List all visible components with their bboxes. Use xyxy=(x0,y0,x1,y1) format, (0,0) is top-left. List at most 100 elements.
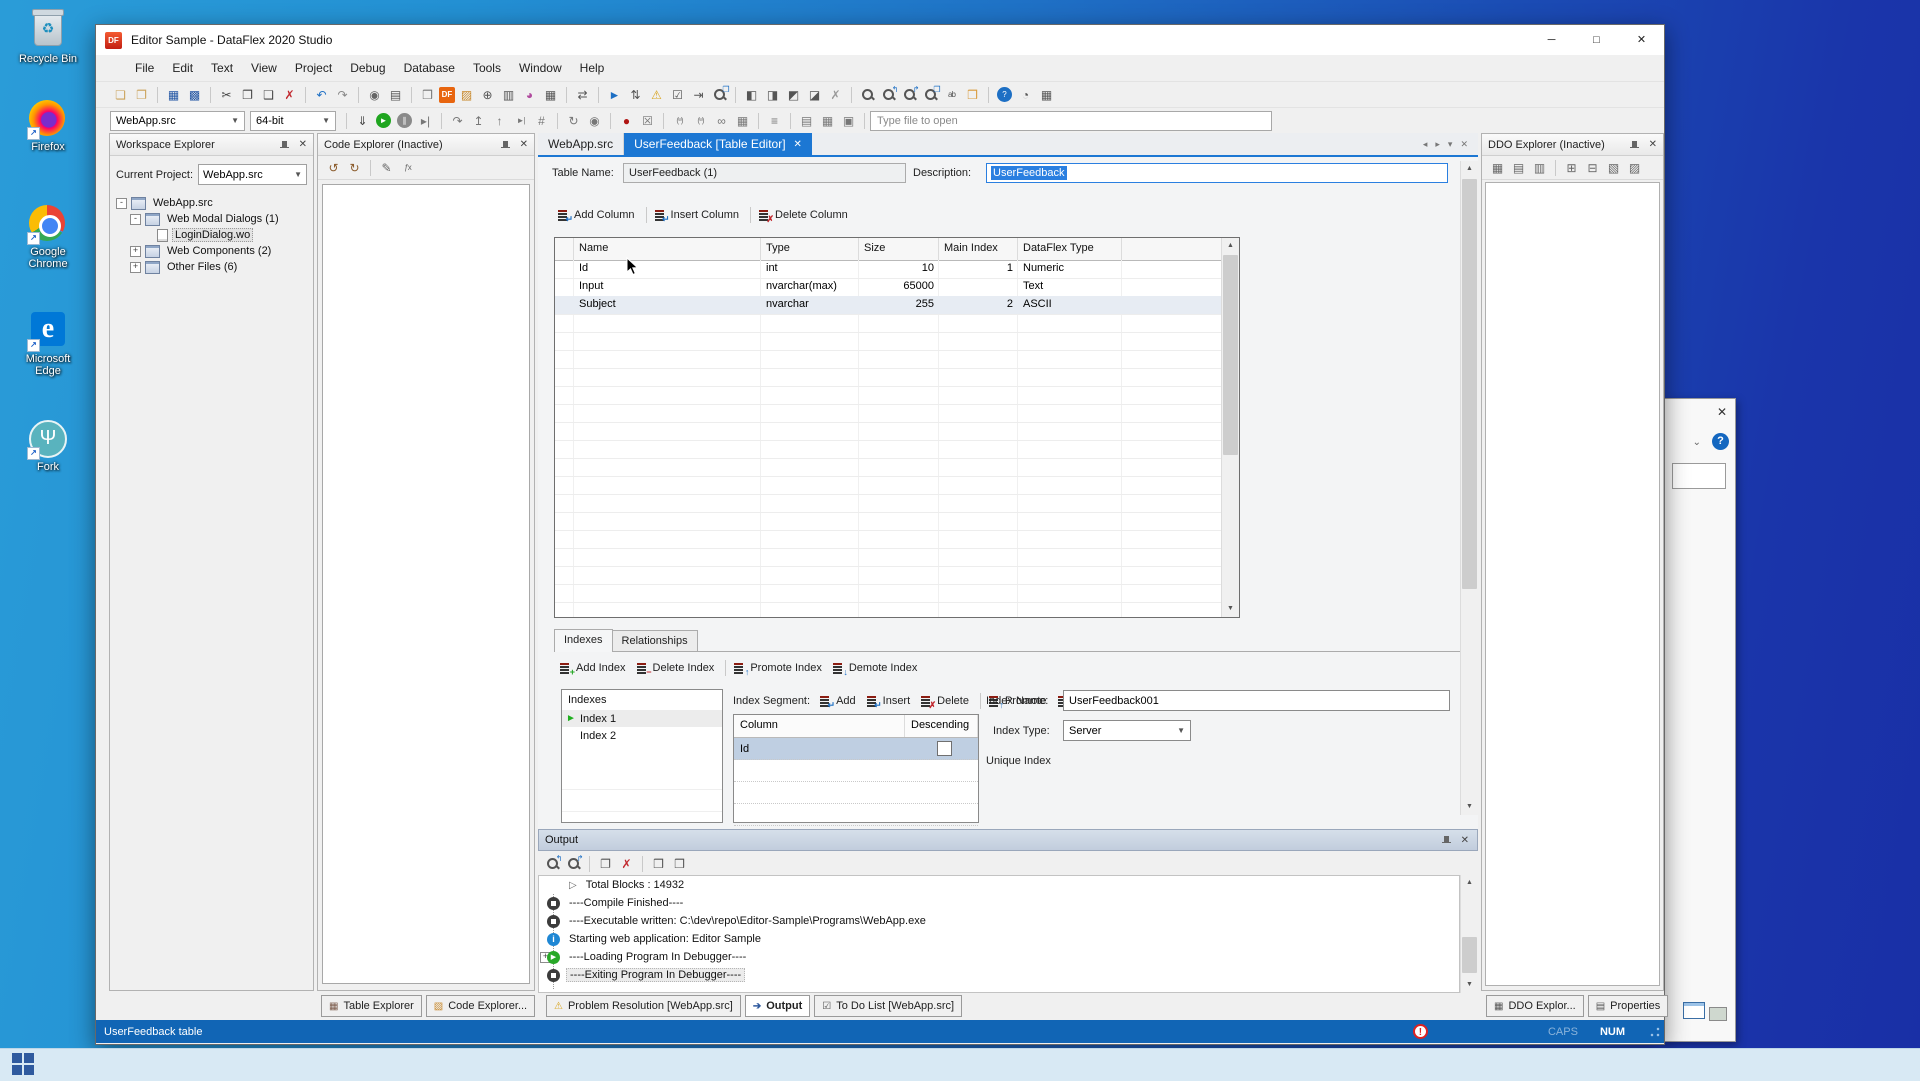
palette-icon[interactable]: ◕ xyxy=(520,86,539,104)
editor-scrollbar[interactable]: ▲ ▼ xyxy=(1460,161,1478,815)
close-icon[interactable]: ✕ xyxy=(1459,835,1471,846)
segment-delete-button[interactable]: ✗Delete xyxy=(917,693,976,709)
find-in-files-icon[interactable]: ❐ xyxy=(921,86,940,104)
menu-view[interactable]: View xyxy=(242,56,286,80)
menu-tools[interactable]: Tools xyxy=(464,56,510,80)
desktop-icon-google-chrome[interactable]: ↗Google Chrome xyxy=(10,205,86,270)
column-header-dataflex-type[interactable]: DataFlex Type xyxy=(1018,238,1122,260)
arch-combo[interactable]: 64-bit▼ xyxy=(250,111,336,131)
ddo-structure-icon[interactable]: ▦ xyxy=(1488,159,1507,177)
find-prev-icon[interactable]: ↰ xyxy=(879,86,898,104)
dock-tab-problem-resolution[interactable]: ⚠Problem Resolution [WebApp.src] xyxy=(546,995,741,1017)
add-index-button[interactable]: +Add Index xyxy=(556,660,633,676)
start-button[interactable] xyxy=(10,1051,38,1079)
step-over-icon[interactable]: ↥ xyxy=(469,112,488,130)
error-status-icon[interactable]: ! xyxy=(1413,1024,1428,1039)
menu-window[interactable]: Window xyxy=(510,56,571,80)
close-icon[interactable]: ✕ xyxy=(297,139,309,150)
image-editor-icon[interactable]: ▨ xyxy=(457,86,476,104)
table-name-input[interactable]: UserFeedback (1) xyxy=(623,163,906,183)
insert-column-button[interactable]: ↵Insert Column xyxy=(651,207,746,223)
undo-icon[interactable]: ↶ xyxy=(312,86,331,104)
toggle-breakpoint-icon[interactable]: ● xyxy=(617,112,636,130)
database-builder-icon[interactable]: ▦ xyxy=(818,112,837,130)
redo-icon[interactable]: ↷ xyxy=(333,86,352,104)
menu-project[interactable]: Project xyxy=(286,56,341,80)
pin-icon[interactable] xyxy=(279,139,291,151)
ddo-columns-icon[interactable]: ▥ xyxy=(1530,159,1549,177)
delete-icon[interactable]: ✗ xyxy=(280,86,299,104)
open-file-input[interactable] xyxy=(870,111,1272,131)
step-into-icon[interactable]: ▸| xyxy=(416,112,435,130)
current-project-combo[interactable]: WebApp.src ▼ xyxy=(198,164,307,185)
stop-icon[interactable]: ◉ xyxy=(585,112,604,130)
bookmark-prev-icon[interactable]: ◩ xyxy=(784,86,803,104)
add-column-button[interactable]: ↵Add Column xyxy=(554,207,642,223)
description-input[interactable]: UserFeedback xyxy=(986,163,1448,183)
bookmark-toggle-icon[interactable]: ◧ xyxy=(742,86,761,104)
background-window-input[interactable] xyxy=(1672,463,1726,489)
clear-output-icon[interactable]: ✗ xyxy=(617,855,636,873)
tree-item-web-modal-dialogs-1-[interactable]: -Web Modal Dialogs (1) xyxy=(110,211,313,227)
pin-icon[interactable] xyxy=(1441,834,1453,846)
output-line[interactable]: ----Executable written: C:\dev\repo\Edit… xyxy=(539,912,1459,930)
close-icon[interactable]: ✕ xyxy=(794,139,802,150)
menu-edit[interactable]: Edit xyxy=(163,56,202,80)
background-window-close-icon[interactable]: ✕ xyxy=(1717,405,1727,419)
copy-tree-icon[interactable]: ❒ xyxy=(670,855,689,873)
demote-index-button[interactable]: ↓Demote Index xyxy=(829,660,924,676)
switch-file-icon[interactable]: ⇄ xyxy=(573,86,592,104)
column-header-column[interactable]: Column xyxy=(734,715,905,737)
close-tab-icon[interactable]: ✕ xyxy=(1456,139,1472,150)
export-source-icon[interactable]: ⇥ xyxy=(689,86,708,104)
save-all-icon[interactable]: ▩ xyxy=(185,86,204,104)
dock-tab-properties[interactable]: ▤Properties xyxy=(1588,995,1669,1017)
index-type-combo[interactable]: Server ▼ xyxy=(1063,720,1191,741)
run-to-cursor-icon[interactable]: ↷ xyxy=(448,112,467,130)
search-next-icon[interactable]: ↱ xyxy=(564,855,583,873)
web-properties-2-icon[interactable]: (ʷ) xyxy=(691,112,710,130)
tree-item-other-files-6-[interactable]: +Other Files (6) xyxy=(110,259,313,275)
tab-list-icon[interactable]: ▾ xyxy=(1444,139,1457,150)
indexes-listbox[interactable]: Indexes ►Index 1Index 2 xyxy=(561,689,723,823)
ddo-list-icon[interactable]: ▤ xyxy=(1509,159,1528,177)
breakpoint-line-icon[interactable]: # xyxy=(532,112,551,130)
list-item-index-1[interactable]: ►Index 1 xyxy=(562,710,722,727)
pin-icon[interactable] xyxy=(500,139,512,151)
pause-icon[interactable]: ∥ xyxy=(397,113,412,128)
column-header-descending[interactable]: Descending xyxy=(905,715,978,737)
table-row-input[interactable]: Inputnvarchar(max)65000Text xyxy=(555,278,1239,297)
table-row-subject[interactable]: Subjectnvarchar2552ASCII xyxy=(555,296,1239,315)
expand-triangle-icon[interactable]: ▷ xyxy=(569,880,577,891)
tree-expander-icon[interactable]: + xyxy=(130,246,141,257)
pin-icon[interactable] xyxy=(1629,139,1641,151)
table-viewer-icon[interactable]: ▦ xyxy=(1037,86,1056,104)
copy-special-icon[interactable]: ❒ xyxy=(418,86,437,104)
workspace-open-icon[interactable]: ❒ xyxy=(963,86,982,104)
search-prev-icon[interactable]: ↰ xyxy=(543,855,562,873)
scroll-up-icon[interactable]: ▲ xyxy=(1222,238,1239,254)
help-icon[interactable]: ? xyxy=(1712,433,1729,450)
ddo-expand-icon[interactable]: ⊞ xyxy=(1562,159,1581,177)
tree-item-web-components-2-[interactable]: +Web Components (2) xyxy=(110,243,313,259)
desktop-icon-fork[interactable]: Ψ↗Fork xyxy=(10,420,86,473)
package-manager-icon[interactable]: ▣ xyxy=(839,112,858,130)
project-combo[interactable]: WebApp.src▼ xyxy=(110,111,245,131)
ddo-refresh-icon[interactable]: ▧ xyxy=(1604,159,1623,177)
scroll-down-icon[interactable]: ▼ xyxy=(1461,977,1478,993)
segment-add-button[interactable]: ↵Add xyxy=(816,693,863,709)
find-file-icon[interactable]: ❐ xyxy=(710,86,729,104)
columns-grid[interactable]: NameTypeSizeMain IndexDataFlex TypeIdint… xyxy=(554,237,1240,618)
step-out-icon[interactable]: ↑ xyxy=(490,112,509,130)
close-icon[interactable]: ✕ xyxy=(1647,139,1659,150)
scroll-down-icon[interactable]: ▼ xyxy=(1222,601,1239,617)
replace-icon[interactable]: ab xyxy=(942,86,961,104)
dock-tab-code-explorer[interactable]: ▧Code Explorer... xyxy=(426,995,535,1017)
tasks-icon[interactable]: ☑ xyxy=(668,86,687,104)
index-name-input[interactable]: UserFeedback001 xyxy=(1063,690,1450,711)
sync-forward-icon[interactable]: ↻ xyxy=(345,159,364,177)
ddo-filter-icon[interactable]: ▨ xyxy=(1625,159,1644,177)
maximize-button[interactable]: □ xyxy=(1574,25,1619,55)
fx-settings-icon[interactable]: ƒx xyxy=(398,159,417,177)
tab-webapp-src[interactable]: WebApp.src xyxy=(538,133,624,155)
